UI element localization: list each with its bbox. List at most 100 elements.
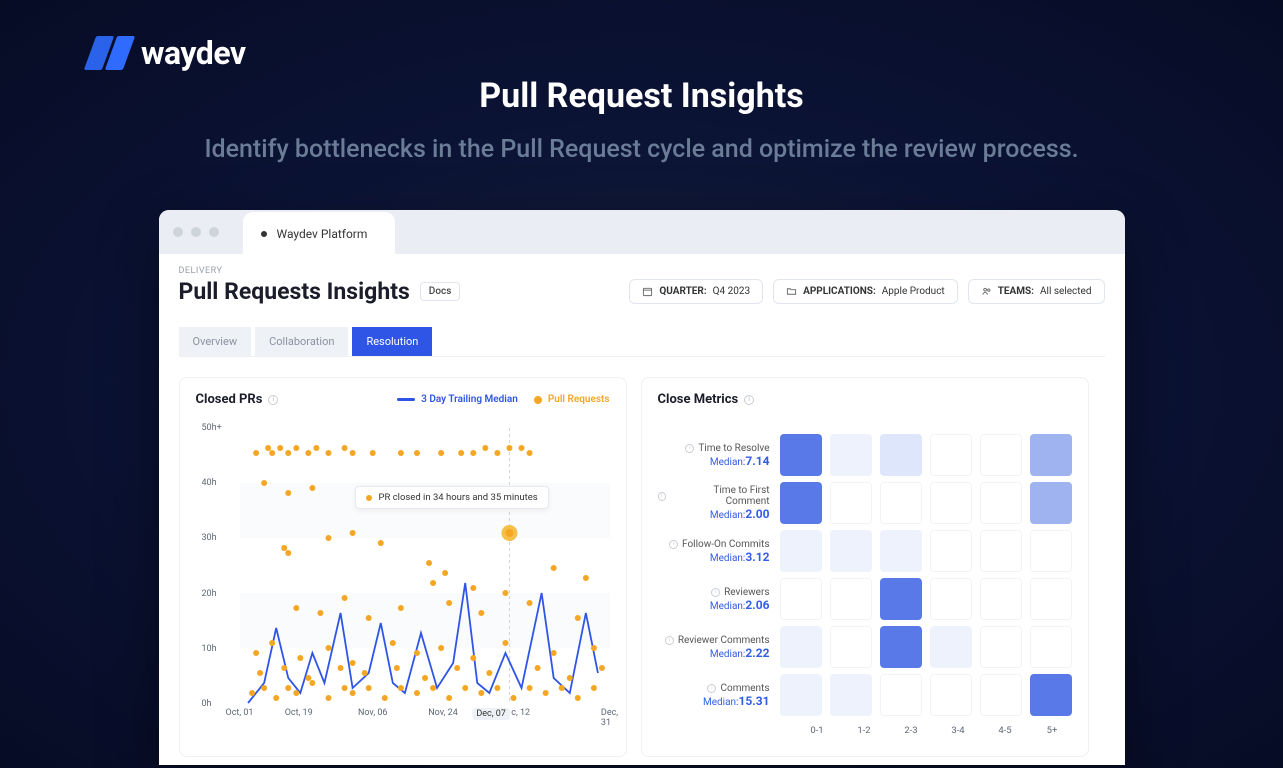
brand-name: waydev xyxy=(141,34,246,72)
heatmap-cell[interactable] xyxy=(1030,626,1072,668)
heatmap-cell[interactable] xyxy=(980,674,1022,716)
breadcrumb: DELIVERY xyxy=(179,266,1105,276)
info-icon[interactable]: i xyxy=(665,636,674,645)
hero-subtitle: Identify bottlenecks in the Pull Request… xyxy=(0,135,1283,164)
chart-tooltip: PR closed in 34 hours and 35 minutes xyxy=(355,486,549,509)
app-window: Waydev Platform DELIVERY Pull Requests I… xyxy=(159,210,1125,765)
heatmap-cell[interactable] xyxy=(830,482,872,524)
heatmap-row: i Follow-On CommitsMedian:3.12 xyxy=(658,527,1072,575)
heatmap-cell[interactable] xyxy=(980,578,1022,620)
heatmap-x-label: 0-1 xyxy=(798,725,837,736)
filter-quarter[interactable]: QUARTER: Q4 2023 xyxy=(629,279,763,304)
tab-resolution[interactable]: Resolution xyxy=(352,327,432,356)
x-tick: Dec, 07 xyxy=(472,708,510,720)
heatmap-cell[interactable] xyxy=(1030,482,1072,524)
heatmap-cell[interactable] xyxy=(1030,578,1072,620)
heatmap-x-label: 1-2 xyxy=(845,725,884,736)
tab-dot-icon xyxy=(261,231,267,237)
docs-button[interactable]: Docs xyxy=(420,282,461,301)
tab-collaboration[interactable]: Collaboration xyxy=(255,327,348,356)
y-tick: 40h xyxy=(202,478,217,488)
heatmap-row: i Reviewer CommentsMedian:2.22 xyxy=(658,623,1072,671)
heatmap-cell[interactable] xyxy=(830,434,872,476)
folder-icon xyxy=(786,286,797,297)
chart-legend: 3 Day Trailing Median Pull Requests xyxy=(397,394,609,405)
tooltip-dot-icon xyxy=(366,495,372,501)
heatmap-cell[interactable] xyxy=(880,482,922,524)
info-icon[interactable]: i xyxy=(744,395,754,405)
heatmap-cell[interactable] xyxy=(830,578,872,620)
close-metrics-title: Close Metrics i xyxy=(658,392,755,407)
hero-title: Pull Request Insights xyxy=(0,76,1283,116)
y-tick: 0h xyxy=(202,699,212,709)
heatmap-cell[interactable] xyxy=(780,626,822,668)
heatmap-cell[interactable] xyxy=(1030,674,1072,716)
heatmap-cell[interactable] xyxy=(930,578,972,620)
heatmap-row: i Time to First CommentMedian:2.00 xyxy=(658,479,1072,527)
heatmap-cell[interactable] xyxy=(930,530,972,572)
heatmap-cell[interactable] xyxy=(880,674,922,716)
heatmap-cell[interactable] xyxy=(980,530,1022,572)
heatmap-cell[interactable] xyxy=(930,674,972,716)
info-icon[interactable]: i xyxy=(268,395,278,405)
logo-mark-icon xyxy=(90,36,129,70)
x-tick: Nov, 24 xyxy=(428,708,458,718)
heatmap-cell[interactable] xyxy=(980,434,1022,476)
line-swatch-icon xyxy=(397,398,415,401)
team-icon xyxy=(981,286,992,297)
tabs-row: OverviewCollaborationResolution xyxy=(179,327,1105,357)
x-tick: Dec, 31 xyxy=(601,708,618,728)
heatmap-row: i ReviewersMedian:2.06 xyxy=(658,575,1072,623)
heatmap-cell[interactable] xyxy=(780,674,822,716)
x-tick: Oct, 19 xyxy=(285,708,313,718)
info-icon[interactable]: i xyxy=(707,684,716,693)
heatmap-cell[interactable] xyxy=(780,578,822,620)
dot-swatch-icon xyxy=(534,396,542,404)
heatmap-cell[interactable] xyxy=(1030,530,1072,572)
heatmap-x-label: 5+ xyxy=(1033,725,1072,736)
calendar-icon xyxy=(642,286,653,297)
heatmap-cell[interactable] xyxy=(880,626,922,668)
heatmap-cell[interactable] xyxy=(1030,434,1072,476)
filter-teams[interactable]: TEAMS:All selected xyxy=(968,279,1105,304)
closed-prs-panel: Closed PRs i 3 Day Trailing Median Pull … xyxy=(179,377,627,757)
heatmap-cell[interactable] xyxy=(880,434,922,476)
info-icon[interactable]: i xyxy=(685,444,694,453)
heatmap-x-label: 4-5 xyxy=(986,725,1025,736)
heatmap-cell[interactable] xyxy=(830,674,872,716)
heatmap-cell[interactable] xyxy=(830,530,872,572)
info-icon[interactable]: i xyxy=(711,588,720,597)
heatmap-cell[interactable] xyxy=(880,530,922,572)
heatmap-cell[interactable] xyxy=(780,482,822,524)
page-title: Pull Requests Insights Docs xyxy=(179,278,461,305)
brand-logo: waydev xyxy=(90,34,246,72)
closed-prs-title: Closed PRs i xyxy=(196,392,279,407)
heatmap-cell[interactable] xyxy=(930,482,972,524)
close-metrics-heatmap[interactable]: i Time to ResolveMedian:7.14i Time to Fi… xyxy=(658,431,1072,736)
close-metrics-panel: Close Metrics i i Time to ResolveMedian:… xyxy=(641,377,1089,757)
window-controls[interactable] xyxy=(173,227,219,237)
heatmap-cell[interactable] xyxy=(980,482,1022,524)
closed-prs-chart[interactable]: 50h+40h30h20h10h0h PR closed in 34 hours… xyxy=(202,428,610,722)
heatmap-cell[interactable] xyxy=(780,434,822,476)
heatmap-cell[interactable] xyxy=(880,578,922,620)
y-tick: 50h+ xyxy=(202,423,222,433)
y-tick: 10h xyxy=(202,644,217,654)
heatmap-row: i CommentsMedian:15.31 xyxy=(658,671,1072,719)
heatmap-row: i Time to ResolveMedian:7.14 xyxy=(658,431,1072,479)
x-tick: Nov, 06 xyxy=(358,708,388,718)
tab-overview[interactable]: Overview xyxy=(179,327,252,356)
x-tick: c, 12 xyxy=(511,708,530,718)
browser-tab[interactable]: Waydev Platform xyxy=(243,212,396,256)
heatmap-cell[interactable] xyxy=(830,626,872,668)
info-icon[interactable]: i xyxy=(669,540,678,549)
heatmap-cell[interactable] xyxy=(980,626,1022,668)
filter-applications[interactable]: APPLICATIONS:Apple Product xyxy=(773,279,958,304)
heatmap-cell[interactable] xyxy=(930,434,972,476)
browser-tab-label: Waydev Platform xyxy=(277,227,368,241)
heatmap-cell[interactable] xyxy=(780,530,822,572)
heatmap-x-label: 2-3 xyxy=(892,725,931,736)
info-icon[interactable]: i xyxy=(658,492,667,501)
heatmap-cell[interactable] xyxy=(930,626,972,668)
y-tick: 30h xyxy=(202,533,217,543)
